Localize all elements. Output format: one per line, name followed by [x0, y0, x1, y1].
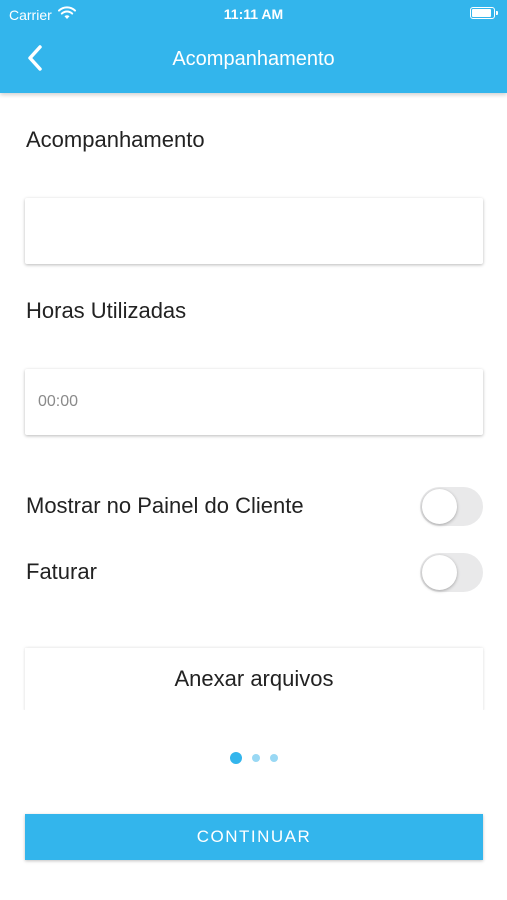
- attach-files-label: Anexar arquivos: [174, 666, 334, 691]
- mostrar-painel-switch[interactable]: [420, 486, 483, 526]
- scroll-clip: [0, 710, 507, 720]
- acompanhamento-label: Acompanhamento: [26, 127, 205, 152]
- toggle-row-mostrar-painel: Mostrar no Painel do Cliente: [26, 486, 483, 526]
- horas-utilizadas-input[interactable]: [25, 369, 483, 435]
- page-dot-2[interactable]: [251, 754, 260, 762]
- switch-knob: [422, 488, 457, 524]
- toggle-row-faturar: Faturar: [26, 552, 483, 592]
- battery-icon: [470, 7, 498, 19]
- faturar-label: Faturar: [26, 559, 97, 584]
- page-dot-3[interactable]: [269, 754, 278, 762]
- page-indicator: [0, 752, 507, 764]
- acompanhamento-input[interactable]: [25, 198, 483, 264]
- switch-knob: [422, 554, 457, 590]
- mostrar-painel-label: Mostrar no Painel do Cliente: [26, 493, 304, 518]
- attach-files-button[interactable]: Anexar arquivos: [25, 648, 483, 712]
- status-bar: Carrier 11:11 AM: [0, 0, 507, 28]
- horas-utilizadas-label: Horas Utilizadas: [26, 298, 187, 323]
- faturar-switch[interactable]: [420, 552, 483, 592]
- header: Carrier 11:11 AM Acompanhamento: [0, 0, 507, 93]
- page-dot-1[interactable]: [229, 752, 242, 764]
- status-time: 11:11 AM: [223, 6, 284, 22]
- battery-fill: [472, 9, 491, 17]
- continue-button[interactable]: CONTINUAR: [25, 814, 483, 860]
- page-title: Acompanhamento: [172, 48, 335, 70]
